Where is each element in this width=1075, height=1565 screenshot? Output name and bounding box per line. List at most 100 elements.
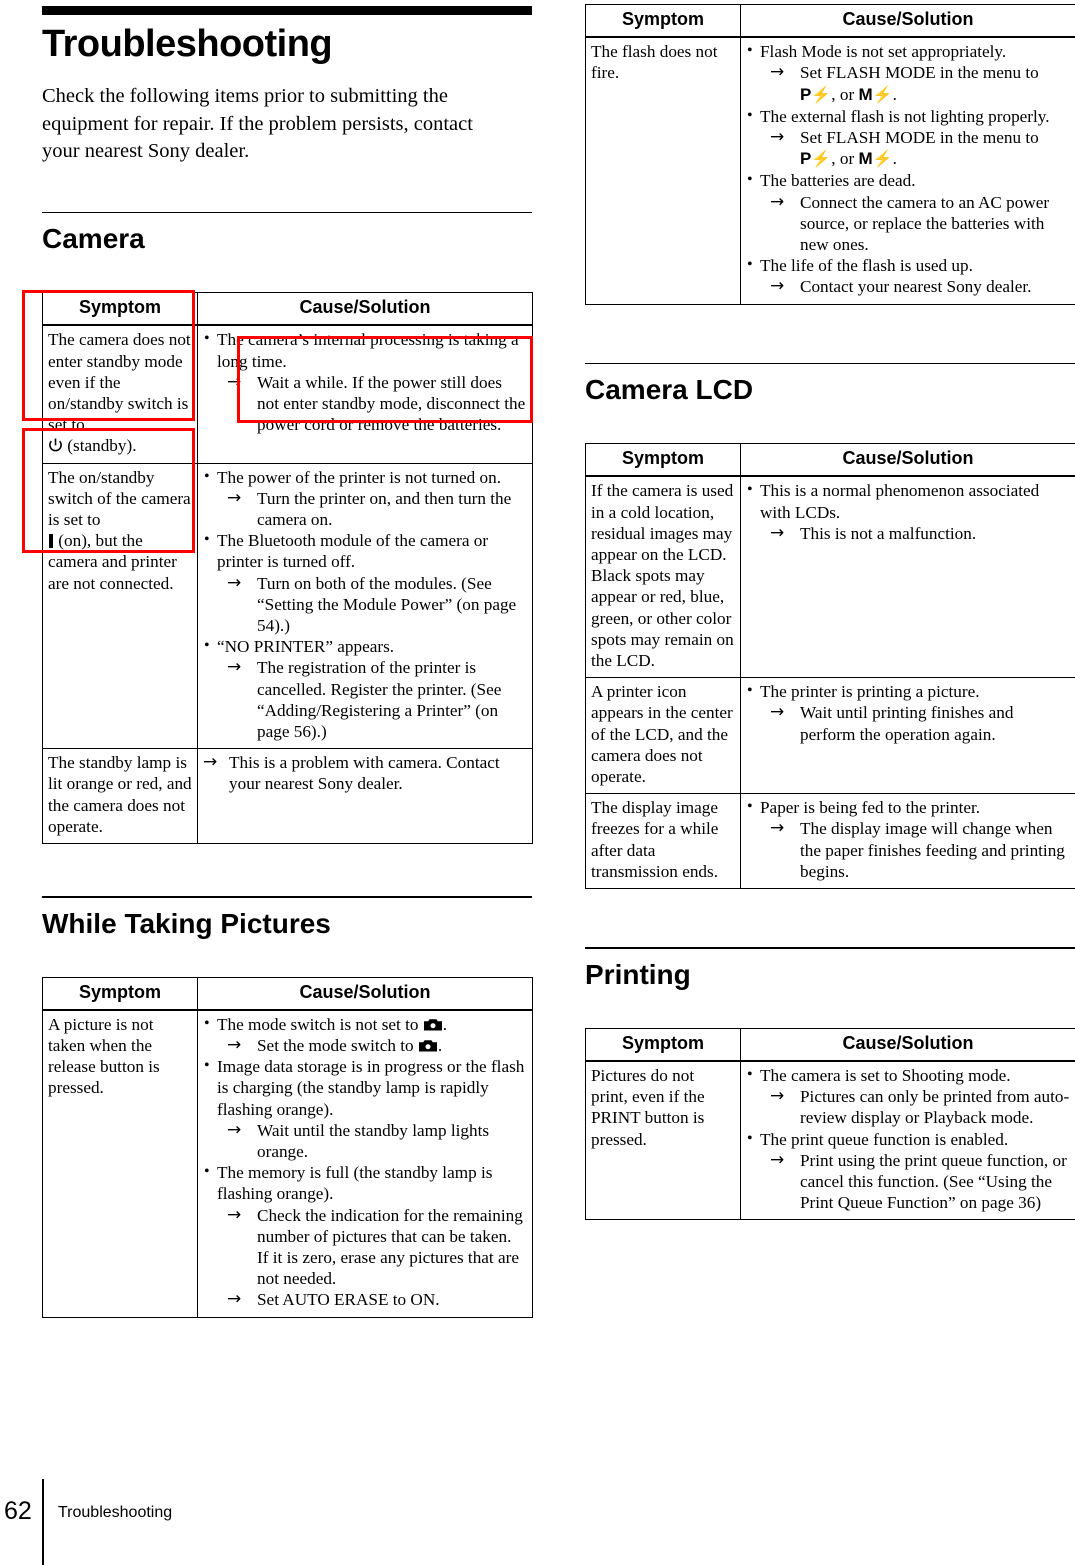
solution-cell: Paper is being fed to the printer. The d… xyxy=(740,793,1075,890)
symptom-cell: The flash does not fire. xyxy=(585,36,741,305)
flash-mode-m-label: M xyxy=(858,84,873,104)
document-page: Troubleshooting Check the following item… xyxy=(0,0,1075,1565)
solution-cell: The camera is set to Shooting mode. Pict… xyxy=(740,1060,1075,1221)
flash-table: Symptom Cause/Solution The flash does no… xyxy=(585,4,1075,305)
cause-text: The camera’s internal processing is taki… xyxy=(217,330,519,371)
section-title-camera-lcd: Camera LCD xyxy=(585,374,754,406)
section-rule-camera xyxy=(42,211,532,214)
cause-text: Image data storage is in progress or the… xyxy=(217,1057,525,1119)
cause-text: This is a normal phenomenon associated w… xyxy=(760,481,1040,522)
cause-text: Paper is being fed to the printer. xyxy=(760,798,981,818)
solution-cell: The camera’s internal processing is taki… xyxy=(197,324,533,464)
column-header-symptom: Symptom xyxy=(42,292,198,327)
solution-step: Print using the print queue function, or… xyxy=(770,1150,1070,1214)
list-item: This is a normal phenomenon associated w… xyxy=(746,479,1070,544)
on-bar-icon xyxy=(49,534,53,549)
list-item: Flash Mode is not set appropriately. Set… xyxy=(746,40,1070,106)
solution-cell: The printer is printing a picture. Wait … xyxy=(740,677,1075,795)
table-header-row: Symptom Cause/Solution xyxy=(585,1027,1075,1062)
solution-text-post: . xyxy=(892,84,897,104)
list-item: “NO PRINTER” appears. The registration o… xyxy=(203,635,527,742)
cause-text: The mode switch is not set to xyxy=(217,1014,419,1034)
column-header-solution: Cause/Solution xyxy=(740,1027,1075,1062)
solution-step: Pictures can only be printed from auto-r… xyxy=(770,1086,1070,1128)
table-header-row: Symptom Cause/Solution xyxy=(585,4,1075,39)
cause-text-post: . xyxy=(442,1014,448,1034)
camera-mode-icon xyxy=(418,1038,438,1053)
solution-step: Wait until printing finishes and perform… xyxy=(770,702,1070,744)
list-item: The print queue function is enabled. Pri… xyxy=(746,1128,1070,1214)
cause-text: The print queue function is enabled. xyxy=(760,1129,1009,1149)
table-header-row: Symptom Cause/Solution xyxy=(585,443,1075,478)
footer-divider xyxy=(42,1479,44,1565)
solution-text: Set FLASH MODE in the menu to xyxy=(800,128,1039,148)
section-title-while-taking-pictures: While Taking Pictures xyxy=(42,907,331,939)
cause-text: Flash Mode is not set appropriately. xyxy=(760,42,1007,62)
list-item: The camera is set to Shooting mode. Pict… xyxy=(746,1064,1070,1129)
list-item: The memory is full (the standby lamp is … xyxy=(203,1161,527,1311)
cause-text: The life of the flash is used up. xyxy=(760,256,973,276)
solution-text-mid: , or xyxy=(831,84,859,104)
list-item: The external flash is not lighting prope… xyxy=(746,105,1070,171)
table-row: The display image freezes for a while af… xyxy=(585,793,1075,890)
list-item: Image data storage is in progress or the… xyxy=(203,1055,527,1162)
cause-text: The external flash is not lighting prope… xyxy=(760,106,1050,126)
solution-step: Set FLASH MODE in the menu to P⚡, or M⚡. xyxy=(770,127,1070,170)
while-taking-pictures-table: Symptom Cause/Solution A picture is not … xyxy=(42,976,533,1318)
solution-cell: The power of the printer is not turned o… xyxy=(197,462,533,750)
footer-label: Troubleshooting xyxy=(58,1504,173,1521)
page-title: Troubleshooting xyxy=(42,23,333,65)
column-header-symptom: Symptom xyxy=(42,976,198,1011)
column-header-symptom: Symptom xyxy=(585,4,741,39)
solution-text: Set FLASH MODE in the menu to xyxy=(800,63,1039,83)
solution-cell: Flash Mode is not set appropriately. Set… xyxy=(740,36,1075,305)
solution-text-mid: , or xyxy=(831,149,859,169)
flash-mode-m-icon: M⚡ xyxy=(858,84,893,104)
symptom-text-post: (standby). xyxy=(67,436,137,456)
solution-step: Wait a while. If the power still does no… xyxy=(227,372,527,436)
table-row: The flash does not fire. Flash Mode is n… xyxy=(585,36,1075,305)
solution-text: Set the mode switch to xyxy=(257,1035,414,1055)
symptom-text-post: (on), but the camera and printer are not… xyxy=(48,531,177,593)
camera-lcd-table: Symptom Cause/Solution If the camera is … xyxy=(585,443,1075,890)
list-item: The power of the printer is not turned o… xyxy=(203,466,527,531)
printing-table: Symptom Cause/Solution Pictures do not p… xyxy=(585,1027,1075,1221)
column-header-solution: Cause/Solution xyxy=(197,976,533,1011)
solution-cell: This is a problem with camera. Contact y… xyxy=(197,748,533,844)
symptom-cell: The standby lamp is lit orange or red, a… xyxy=(42,748,198,844)
table-row: The camera does not enter standby mode e… xyxy=(42,324,533,464)
solution-cell: This is a normal phenomenon associated w… xyxy=(740,475,1075,679)
solution-step: This is a problem with camera. Contact y… xyxy=(203,752,527,794)
table-row: A printer icon appears in the center of … xyxy=(585,677,1075,795)
list-item: The camera’s internal processing is taki… xyxy=(203,328,527,436)
table-row: If the camera is used in a cold location… xyxy=(585,475,1075,679)
list-item: The printer is printing a picture. Wait … xyxy=(746,680,1070,745)
solution-step: The registration of the printer is cance… xyxy=(227,657,527,742)
symptom-cell: A picture is not taken when the release … xyxy=(42,1009,198,1318)
list-item: The Bluetooth module of the camera or pr… xyxy=(203,529,527,637)
flash-mode-p-label: P xyxy=(800,84,812,104)
solution-step: Set AUTO ERASE to ON. xyxy=(227,1289,527,1310)
table-row: Pictures do not print, even if the PRINT… xyxy=(585,1060,1075,1221)
solution-text-post: . xyxy=(437,1035,443,1055)
cause-text: “NO PRINTER” appears. xyxy=(217,637,395,657)
section-rule-printing xyxy=(585,947,1075,949)
cause-text: The batteries are dead. xyxy=(760,171,916,191)
solution-text-post: . xyxy=(892,149,897,169)
table-row: The standby lamp is lit orange or red, a… xyxy=(42,748,533,844)
column-header-solution: Cause/Solution xyxy=(740,443,1075,478)
camera-table: Symptom Cause/Solution The camera does n… xyxy=(42,292,533,844)
symptom-cell: The on/standby switch of the camera is s… xyxy=(42,462,198,750)
table-row: A picture is not taken when the release … xyxy=(42,1009,533,1318)
solution-step: Turn on both of the modules. (See “Setti… xyxy=(227,573,527,637)
list-item: The life of the flash is used up. Contac… xyxy=(746,254,1070,298)
list-item: The mode switch is not set to . Set the … xyxy=(203,1013,527,1057)
solution-step: Contact your nearest Sony dealer. xyxy=(770,276,1070,297)
symptom-text: The camera does not enter standby mode e… xyxy=(48,330,191,435)
solution-cell: The mode switch is not set to . Set the … xyxy=(197,1009,533,1318)
solution-step: Wait until the standby lamp lights orang… xyxy=(227,1120,527,1162)
solution-step: Turn the printer on, and then turn the c… xyxy=(227,488,527,530)
cause-text: The memory is full (the standby lamp is … xyxy=(217,1163,493,1204)
list-item: Paper is being fed to the printer. The d… xyxy=(746,796,1070,882)
solution-step: The display image will change when the p… xyxy=(770,818,1070,882)
